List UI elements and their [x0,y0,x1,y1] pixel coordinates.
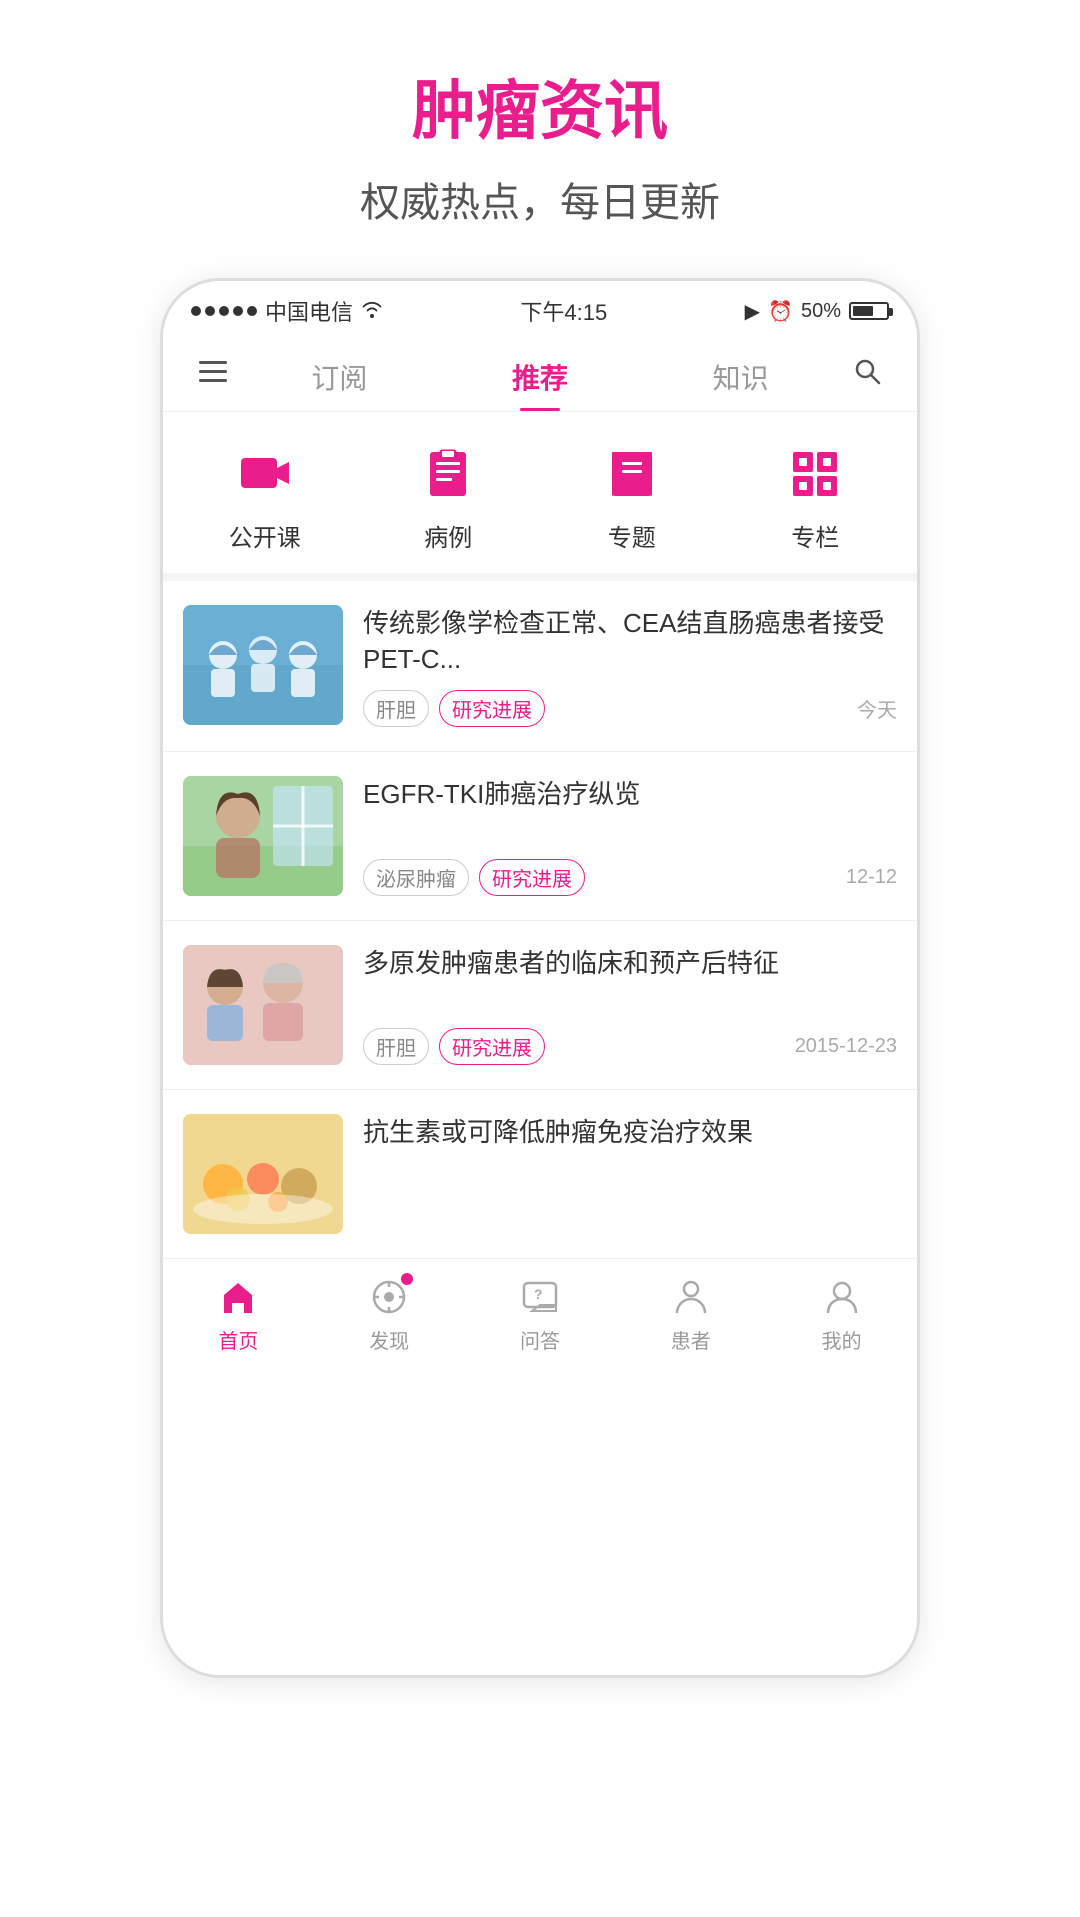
search-icon[interactable] [841,349,893,410]
category-label-case: 病例 [424,518,472,553]
article-thumb-1 [183,605,343,725]
article-meta-1: 肝胆 研究进展 今天 [363,690,897,727]
article-list: 传统影像学检查正常、CEA结直肠癌患者接受PET-C... 肝胆 研究进展 今天 [163,581,917,1258]
tag-research-1: 研究进展 [439,690,545,727]
article-thumb-3 [183,945,343,1065]
article-meta-3: 肝胆 研究进展 2015-12-23 [363,1028,897,1065]
alarm-icon: ⏰ [768,299,793,324]
article-content-2: EGFR-TKI肺癌治疗纵览 泌尿肿瘤 研究进展 12-12 [363,776,897,896]
phone-frame: 中国电信 下午4:15 ▶ ⏰ 50% [160,278,920,1678]
bottom-nav-label-qa: 问答 [520,1325,560,1354]
battery-percent: 50% [801,300,841,323]
bottom-nav: 首页 发现 ? [163,1258,917,1374]
article-item[interactable]: 传统影像学检查正常、CEA结直肠癌患者接受PET-C... 肝胆 研究进展 今天 [163,581,917,752]
bottom-nav-label-mine: 我的 [822,1325,862,1354]
categories: 公开课 病例 [163,412,917,581]
tab-knowledge[interactable]: 知识 [640,347,841,411]
tag-research-2: 研究进展 [479,859,585,896]
article-thumb-4 [183,1114,343,1234]
carrier-label: 中国电信 [265,295,353,327]
bottom-nav-label-discover: 发现 [369,1325,409,1354]
article-item[interactable]: 抗生素或可降低肿瘤免疫治疗效果 [163,1090,917,1258]
article-date-2: 12-12 [846,866,897,889]
home-icon [216,1275,260,1319]
patient-icon [669,1275,713,1319]
bottom-nav-patient[interactable]: 患者 [615,1275,766,1354]
page-subtitle: 权威热点，每日更新 [360,170,720,228]
tab-recommend[interactable]: 推荐 [440,347,641,411]
nav-tabs: 订阅 推荐 知识 [163,337,917,412]
category-label-column: 专栏 [791,518,839,553]
bottom-nav-mine[interactable]: 我的 [766,1275,917,1354]
article-meta-2: 泌尿肿瘤 研究进展 12-12 [363,859,897,896]
bottom-nav-home[interactable]: 首页 [163,1275,314,1354]
page-title: 肿瘤资讯 [360,60,720,152]
grid-icon [783,442,847,506]
article-title-3: 多原发肿瘤患者的临床和预产后特征 [363,945,897,981]
tag-gangdan-1: 肝胆 [363,690,429,727]
tab-subscribe[interactable]: 订阅 [239,347,440,411]
category-open-class[interactable]: 公开课 [173,442,357,553]
discover-icon [367,1275,411,1319]
page-header: 肿瘤资讯 权威热点，每日更新 [360,0,720,258]
article-title-4: 抗生素或可降低肿瘤免疫治疗效果 [363,1114,897,1150]
status-right: ▶ ⏰ 50% [745,299,889,324]
tag-research-3: 研究进展 [439,1028,545,1065]
tag-gangdan-3: 肝胆 [363,1028,429,1065]
signal-dots [191,306,257,316]
status-bar: 中国电信 下午4:15 ▶ ⏰ 50% [163,281,917,337]
article-title-2: EGFR-TKI肺癌治疗纵览 [363,776,897,812]
article-thumb-2 [183,776,343,896]
wifi-icon [361,298,383,324]
article-content-3: 多原发肿瘤患者的临床和预产后特征 肝胆 研究进展 2015-12-23 [363,945,897,1065]
article-date-1: 今天 [857,694,897,723]
article-item[interactable]: 多原发肿瘤患者的临床和预产后特征 肝胆 研究进展 2015-12-23 [163,921,917,1090]
bottom-nav-label-patient: 患者 [671,1325,711,1354]
bottom-nav-qa[interactable]: ? 问答 [465,1275,616,1354]
category-case[interactable]: 病例 [357,442,541,553]
bookmark-icon [600,442,664,506]
article-content-4: 抗生素或可降低肿瘤免疫治疗效果 [363,1114,897,1234]
category-column[interactable]: 专栏 [724,442,908,553]
bottom-nav-discover[interactable]: 发现 [314,1275,465,1354]
mine-icon [820,1275,864,1319]
menu-icon[interactable] [187,350,239,408]
article-content-1: 传统影像学检查正常、CEA结直肠癌患者接受PET-C... 肝胆 研究进展 今天 [363,605,897,727]
battery-icon [849,302,889,320]
category-label-topic: 专题 [608,518,656,553]
document-icon [416,442,480,506]
svg-text:?: ? [534,1286,543,1302]
discover-dot [401,1273,413,1285]
category-topic[interactable]: 专题 [540,442,724,553]
video-icon [233,442,297,506]
category-label-open-class: 公开课 [229,518,301,553]
tag-urology: 泌尿肿瘤 [363,859,469,896]
article-item[interactable]: EGFR-TKI肺癌治疗纵览 泌尿肿瘤 研究进展 12-12 [163,752,917,921]
article-date-3: 2015-12-23 [795,1035,897,1058]
location-icon: ▶ [745,299,760,324]
status-left: 中国电信 [191,295,383,327]
qa-icon: ? [518,1275,562,1319]
bottom-nav-label-home: 首页 [218,1325,258,1354]
status-time: 下午4:15 [520,295,607,327]
article-title-1: 传统影像学检查正常、CEA结直肠癌患者接受PET-C... [363,605,897,678]
